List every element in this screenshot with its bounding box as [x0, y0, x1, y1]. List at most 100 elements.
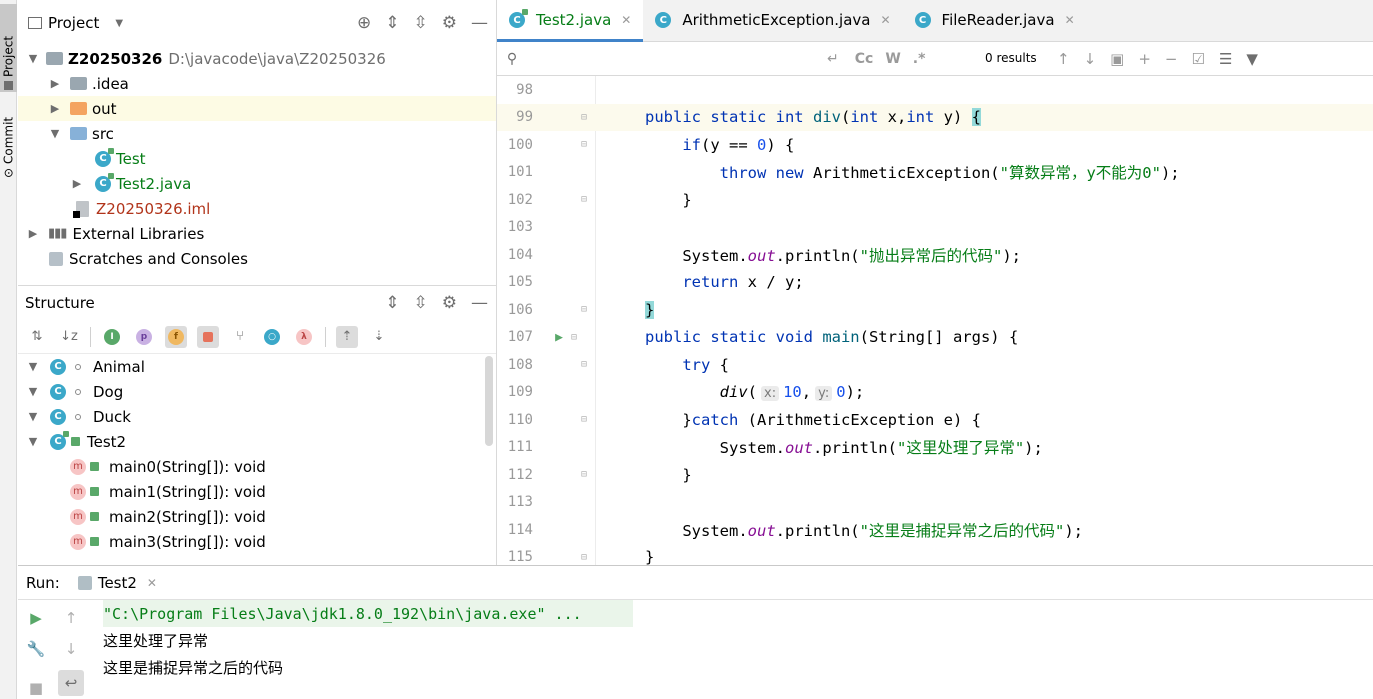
close-icon[interactable]: ✕ [1065, 13, 1075, 27]
fold-icon[interactable]: ⊟ [581, 552, 593, 563]
tree-item-test[interactable]: C Test [18, 146, 496, 171]
code-line[interactable]: 113 [497, 488, 1373, 516]
commit-tool-tab[interactable]: ⊙ Commit [0, 100, 17, 180]
sort-visibility-icon[interactable]: ⇅ [26, 326, 48, 348]
wrench-icon[interactable]: 🔧 [23, 636, 49, 662]
chevron-down-icon[interactable]: ▼ [26, 360, 40, 373]
tree-item-external-libraries[interactable]: ▶ ▮▮▮ External Libraries [18, 221, 496, 246]
code-line[interactable]: 110 ⊟ }catch (ArithmeticException e) { [497, 406, 1373, 434]
non-public-icon[interactable] [197, 325, 219, 348]
words-toggle[interactable]: W [885, 51, 900, 67]
expand-all-icon[interactable]: ⇕ [385, 293, 399, 313]
project-tool-tab[interactable]: Project [0, 4, 17, 92]
search-icon[interactable]: ⚲ [497, 51, 527, 67]
hide-icon[interactable]: — [471, 293, 488, 313]
filter-options-icon[interactable]: ☰ [1219, 50, 1232, 68]
code-line[interactable]: 112 ⊟ } [497, 461, 1373, 489]
chevron-right-icon[interactable]: ▶ [48, 102, 62, 115]
remove-occurrence-icon[interactable]: − [1165, 50, 1178, 68]
properties-icon[interactable]: p [133, 326, 155, 348]
gear-icon[interactable]: ⚙ [442, 13, 457, 33]
autoscroll-from-source-icon[interactable]: ⇣ [368, 326, 390, 348]
regex-toggle[interactable]: .* [913, 51, 926, 67]
code-line[interactable]: 107 ▶ ⊟ public static void main(String[] a… [497, 323, 1373, 351]
structure-item-method[interactable]: m main1(String[]): void [18, 479, 496, 504]
fields-icon[interactable]: f [165, 325, 187, 348]
lambdas-icon[interactable]: ○ [261, 326, 283, 348]
tree-item-iml[interactable]: Z20250326.iml [18, 196, 496, 221]
code-line[interactable]: 115 ⊟ } [497, 543, 1373, 565]
code-line[interactable]: 100 ⊟ if(y == 0) { [497, 131, 1373, 159]
structure-item-dog[interactable]: ▼ C Dog [18, 379, 496, 404]
tree-item-idea[interactable]: ▶ .idea [18, 71, 496, 96]
code-line[interactable]: 109 div(x: 10, y: 0); [497, 378, 1373, 406]
run-gutter-icon[interactable]: ▶ [547, 330, 571, 345]
tree-item-src[interactable]: ▼ src [18, 121, 496, 146]
gear-icon[interactable]: ⚙ [442, 293, 457, 313]
code-line[interactable]: 114 System.out.println("这里是捕捉异常之后的代码"); [497, 516, 1373, 544]
new-line-icon[interactable]: ↵ [827, 51, 839, 67]
hide-icon[interactable]: — [471, 13, 488, 33]
filter-icon[interactable]: ▼ [1246, 50, 1258, 68]
tree-item-out[interactable]: ▶ out [18, 96, 496, 121]
console-output[interactable]: "C:\Program Files\Java\jdk1.8.0_192\bin\… [103, 600, 1373, 681]
code-line[interactable]: 103 [497, 213, 1373, 241]
fold-icon[interactable]: ⊟ [581, 414, 593, 425]
search-input[interactable] [527, 44, 827, 73]
sort-alpha-icon[interactable]: ↓z [58, 326, 80, 348]
arrow-down-icon[interactable]: ↓ [1084, 50, 1097, 68]
select-all-matches-icon[interactable]: ☑ [1192, 50, 1205, 68]
tree-item-scratches[interactable]: Scratches and Consoles [18, 246, 496, 271]
tree-root[interactable]: ▼ Z20250326 D:\javacode\java\Z20250326 [18, 46, 496, 71]
arrow-down-icon[interactable]: ↓ [58, 636, 84, 662]
lambda-icon[interactable]: λ [293, 326, 315, 348]
close-icon[interactable]: ✕ [880, 13, 890, 27]
chevron-down-icon[interactable]: ▼ [26, 435, 40, 448]
fold-icon[interactable]: ⊟ [571, 332, 583, 343]
tab-filereader-java[interactable]: C FileReader.java ✕ [903, 0, 1087, 41]
console-command-line[interactable]: "C:\Program Files\Java\jdk1.8.0_192\bin\… [103, 600, 633, 627]
chevron-right-icon[interactable]: ▶ [26, 227, 40, 240]
code-line[interactable]: 98 [497, 76, 1373, 104]
chevron-right-icon[interactable]: ▶ [48, 77, 62, 90]
run-tab-test2[interactable]: Test2 ✕ [77, 574, 157, 592]
structure-item-method[interactable]: m main3(String[]): void [18, 529, 496, 554]
expand-all-icon[interactable]: ⇕ [385, 13, 399, 33]
stop-icon[interactable]: ■ [23, 675, 49, 699]
structure-scrollbar[interactable] [485, 356, 493, 446]
chevron-right-icon[interactable]: ▶ [70, 177, 84, 190]
structure-item-method[interactable]: m main0(String[]): void [18, 454, 496, 479]
fold-icon[interactable]: ⊟ [581, 194, 593, 205]
project-view-selector[interactable]: Project ▼ [28, 14, 123, 32]
fold-icon[interactable]: ⊟ [581, 112, 593, 123]
structure-item-method[interactable]: m main2(String[]): void [18, 504, 496, 529]
fold-icon[interactable]: ⊟ [581, 139, 593, 150]
code-line[interactable]: 106 ⊟ } [497, 296, 1373, 324]
anonymous-icon[interactable]: ⑂ [229, 326, 251, 348]
structure-item-duck[interactable]: ▼ C Duck [18, 404, 496, 429]
soft-wrap-icon[interactable]: ↩ [58, 670, 84, 696]
close-icon[interactable]: ✕ [621, 13, 631, 27]
fold-icon[interactable]: ⊟ [581, 304, 593, 315]
arrow-up-icon[interactable]: ↑ [58, 605, 84, 631]
match-case-toggle[interactable]: Cc [855, 51, 874, 67]
locate-icon[interactable]: ⊕ [357, 13, 371, 33]
structure-item-animal[interactable]: ▼ C Animal [18, 354, 496, 379]
code-line[interactable]: 105 return x / y; [497, 268, 1373, 296]
tab-arithmetic-exception-java[interactable]: C ArithmeticException.java ✕ [643, 0, 902, 41]
chevron-down-icon[interactable]: ▼ [26, 385, 40, 398]
collapse-all-icon[interactable]: ⇳ [414, 13, 428, 33]
code-line[interactable]: 104 System.out.println("抛出异常后的代码"); [497, 241, 1373, 269]
code-line[interactable]: 99 ⊟ public static int div(int x,int y) { [497, 103, 1373, 131]
code-area[interactable]: 98 99 ⊟ public static int div(int x,int y… [497, 76, 1373, 565]
chevron-down-icon[interactable]: ▼ [26, 52, 40, 65]
add-occurrence-icon[interactable]: + [1138, 50, 1151, 68]
fold-icon[interactable]: ⊟ [581, 359, 593, 370]
fold-icon[interactable]: ⊟ [581, 469, 593, 480]
tree-item-test2[interactable]: ▶ C Test2.java [18, 171, 496, 196]
chevron-down-icon[interactable]: ▼ [26, 410, 40, 423]
structure-item-test2[interactable]: ▼ C Test2 [18, 429, 496, 454]
code-line[interactable]: 111 System.out.println("这里处理了异常"); [497, 433, 1373, 461]
tab-test2-java[interactable]: C Test2.java ✕ [497, 0, 644, 42]
rerun-icon[interactable]: ▶ [23, 605, 49, 631]
